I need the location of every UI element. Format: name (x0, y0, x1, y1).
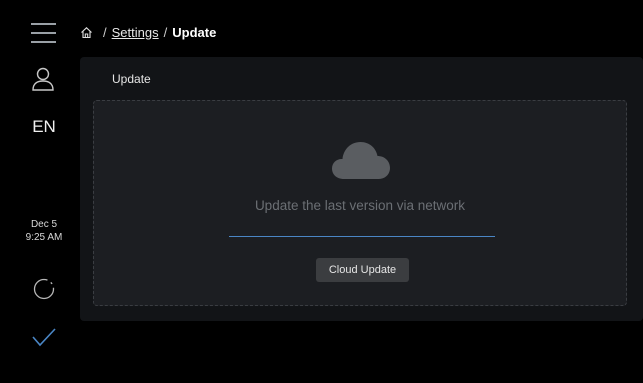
date-time: Dec 5 9:25 AM (0, 218, 88, 244)
time-label: 9:25 AM (25, 232, 63, 243)
breadcrumb-current: Update (172, 24, 217, 40)
cloud-update-button[interactable]: Cloud Update (316, 258, 409, 282)
update-panel: Update Update the last version via netwo… (80, 57, 643, 321)
spinner-icon (33, 278, 55, 300)
update-message: Update the last version via network (254, 198, 466, 213)
cloud-icon (330, 139, 392, 181)
breadcrumb: / Settings / Update (80, 23, 216, 41)
breadcrumb-settings-link[interactable]: Settings (112, 25, 159, 40)
update-dropzone: Update the last version via network Clou… (93, 100, 627, 306)
language-button[interactable]: EN (0, 117, 88, 137)
message-underline (229, 236, 495, 237)
sidebar: EN Dec 5 9:25 AM (0, 0, 88, 383)
hamburger-menu-icon[interactable] (31, 22, 56, 44)
app-screen: EN Dec 5 9:25 AM / Settings / Update Upd… (0, 0, 643, 383)
check-icon[interactable] (31, 326, 57, 348)
home-icon[interactable] (80, 26, 93, 39)
panel-title: Update (112, 72, 151, 86)
breadcrumb-separator: / (103, 24, 107, 40)
date-label: Dec 5 (30, 219, 58, 230)
breadcrumb-separator: / (163, 24, 168, 40)
user-icon[interactable] (30, 66, 56, 92)
